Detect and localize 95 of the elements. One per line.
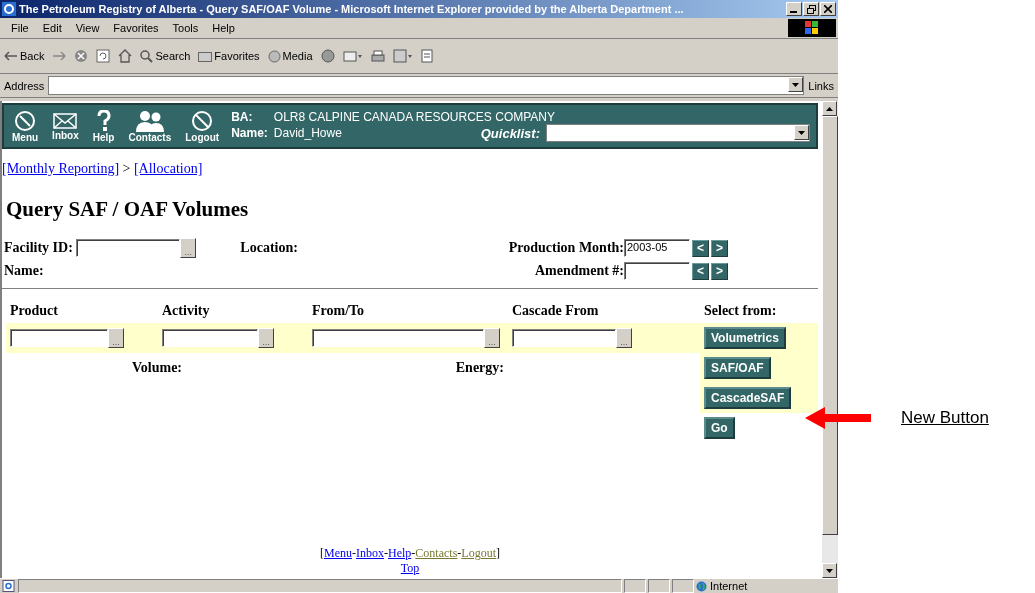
input-field[interactable] <box>162 329 258 347</box>
nav-button[interactable]: Logout <box>183 109 222 143</box>
refresh-icon[interactable] <box>96 49 111 63</box>
scrollbar[interactable] <box>822 101 838 578</box>
column-header: Select from: <box>704 303 777 319</box>
volume-label: Volume: <box>131 360 182 376</box>
footer-link[interactable]: Menu <box>324 546 352 560</box>
select-button[interactable]: CascadeSAF <box>704 387 792 409</box>
menu-item[interactable]: Favorites <box>106 22 166 34</box>
next-button[interactable]: > <box>711 239 728 257</box>
breadcrumb-link[interactable]: [Allocation] <box>133 161 203 176</box>
name-value: David_Howe <box>273 126 342 140</box>
links-button[interactable]: Links <box>808 79 834 92</box>
breadcrumb-link[interactable]: [Monthly Reporting] <box>2 161 120 176</box>
column-header: Product <box>10 303 58 319</box>
question-mark-icon <box>96 109 111 132</box>
field-label: Location: <box>240 240 299 256</box>
caret-icon <box>826 568 833 573</box>
input-field[interactable] <box>10 329 108 347</box>
zone-label: Internet <box>710 580 748 592</box>
footer-link[interactable]: Inbox <box>356 546 384 560</box>
browse-button[interactable]: ... <box>616 328 632 348</box>
nav-button[interactable]: Help <box>90 109 117 143</box>
field-label: Amendment #: <box>534 263 624 279</box>
ba-value: OLR8 CALPINE CANADA RESOURCES COMPANY <box>273 110 556 124</box>
annotation-label: New Button <box>901 408 989 428</box>
footer-links: [Menu-Inbox-Help-Contacts-Logout] <box>320 546 500 561</box>
select-button[interactable]: Go <box>704 417 735 439</box>
column-header: From/To <box>312 303 365 319</box>
printer-icon[interactable] <box>370 49 385 63</box>
field-label: Production Month: <box>508 240 624 256</box>
footer-link[interactable]: Contacts <box>415 546 458 560</box>
column-header: Cascade From <box>512 303 599 319</box>
caret-icon <box>792 82 800 87</box>
close-button[interactable] <box>820 2 836 16</box>
browser-icon <box>2 2 16 16</box>
home-icon[interactable] <box>118 49 133 63</box>
input-field[interactable] <box>624 262 690 280</box>
page-heading: Query SAF / OAF Volumes <box>6 197 250 222</box>
minimize-button[interactable] <box>786 2 802 16</box>
menu-item[interactable]: Tools <box>165 22 206 34</box>
column-header: Activity <box>162 303 210 319</box>
energy-label: Energy: <box>455 360 504 376</box>
people-icon <box>134 109 165 132</box>
browse-button[interactable]: ... <box>180 238 197 258</box>
menu-item[interactable]: File <box>4 22 36 34</box>
restore-button[interactable] <box>803 2 819 16</box>
flag-icon <box>805 21 819 35</box>
top-link[interactable]: Top <box>400 561 420 576</box>
browse-button[interactable]: ... <box>258 328 274 348</box>
footer-link[interactable]: Help <box>388 546 412 560</box>
back-button[interactable]: Back <box>4 50 45 62</box>
media-button[interactable]: Media <box>267 49 313 63</box>
menu-item[interactable]: Help <box>205 22 242 34</box>
input-field[interactable]: 2003-05 <box>624 239 690 257</box>
stop-icon[interactable] <box>74 49 89 63</box>
input-field[interactable] <box>76 239 181 257</box>
document-icon[interactable] <box>420 49 433 63</box>
nav-button[interactable]: Inbox <box>50 111 81 141</box>
select-button[interactable]: Volumetrics <box>704 327 786 349</box>
menu-item[interactable]: View <box>68 22 107 34</box>
footer-link[interactable]: Logout <box>461 546 496 560</box>
favorites-button[interactable]: Favorites <box>198 50 260 62</box>
close-icon <box>824 5 832 13</box>
select-button[interactable]: SAF/OAF <box>704 357 771 379</box>
search-button[interactable]: Search <box>140 49 191 63</box>
address-field[interactable] <box>48 76 805 95</box>
search-icon <box>140 49 154 63</box>
name-label: Name: <box>231 126 268 140</box>
browse-button[interactable]: ... <box>108 328 124 348</box>
field-label: Facility ID: <box>4 240 73 256</box>
input-field[interactable] <box>512 329 616 347</box>
quicklist-label: Quicklist: <box>480 125 540 141</box>
address-label: Address <box>4 79 45 92</box>
previous-button[interactable]: < <box>692 262 709 280</box>
previous-button[interactable]: < <box>692 239 709 257</box>
input-field[interactable] <box>312 329 484 347</box>
window-title: The Petroleum Registry of Alberta - Query SAF/OAF Volume - Microsoft Internet Explorer provided by the Alberta Department ... <box>19 3 685 15</box>
restore-icon <box>806 4 816 14</box>
field-label: Name: <box>4 263 45 279</box>
menu-item[interactable]: Edit <box>35 22 69 34</box>
envelope-icon <box>53 111 78 130</box>
next-button[interactable]: > <box>711 262 728 280</box>
nav-button[interactable]: Contacts <box>126 109 174 143</box>
browse-button[interactable]: ... <box>484 328 500 348</box>
back-arrow-icon <box>4 51 18 61</box>
prohibited-icon <box>191 109 214 132</box>
breadcrumb-separator: > <box>122 161 131 176</box>
caret-icon <box>798 130 805 135</box>
disc-icon <box>267 49 281 63</box>
quicklist-dropdown[interactable] <box>546 124 810 142</box>
ba-label: BA: <box>231 110 254 124</box>
nav-button[interactable]: Menu <box>10 109 41 143</box>
pointer-arrow <box>805 406 871 430</box>
caret-icon <box>826 106 833 111</box>
